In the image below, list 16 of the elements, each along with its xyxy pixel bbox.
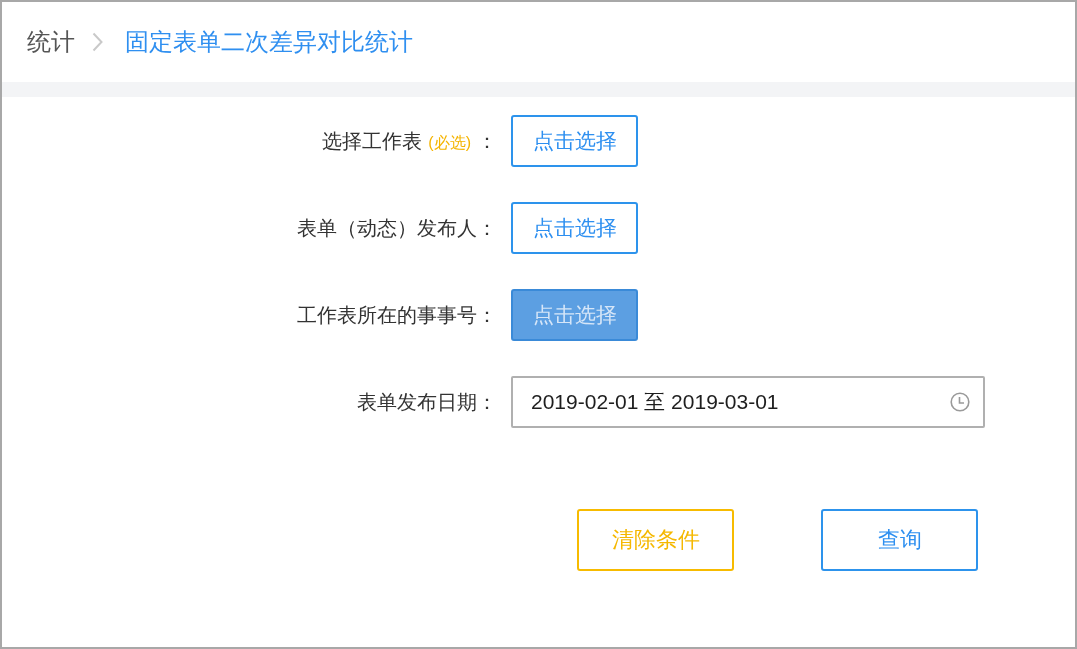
clear-button[interactable]: 清除条件 xyxy=(577,509,734,571)
field-label: 工作表所在的事事号： xyxy=(297,302,497,328)
clock-icon xyxy=(950,392,970,412)
field-label: 表单发布日期： xyxy=(357,389,497,415)
query-button[interactable]: 查询 xyxy=(821,509,978,571)
required-hint: (必选) xyxy=(428,132,471,153)
date-range-field[interactable]: 2019-02-01 至 2019-03-01 xyxy=(511,376,985,428)
chevron-right-icon xyxy=(92,32,103,52)
label-colon: ： xyxy=(477,128,497,154)
field-label: 表单（动态）发布人： xyxy=(297,215,497,241)
select-button[interactable]: 点击选择 xyxy=(511,202,638,254)
breadcrumb-current: 固定表单二次差异对比统计 xyxy=(125,27,413,57)
select-button[interactable]: 点击选择 xyxy=(511,115,638,167)
breadcrumb-link[interactable]: 统计 xyxy=(27,27,75,57)
select-button[interactable]: 点击选择 xyxy=(511,289,638,341)
field-label: 选择工作表 xyxy=(322,128,423,154)
